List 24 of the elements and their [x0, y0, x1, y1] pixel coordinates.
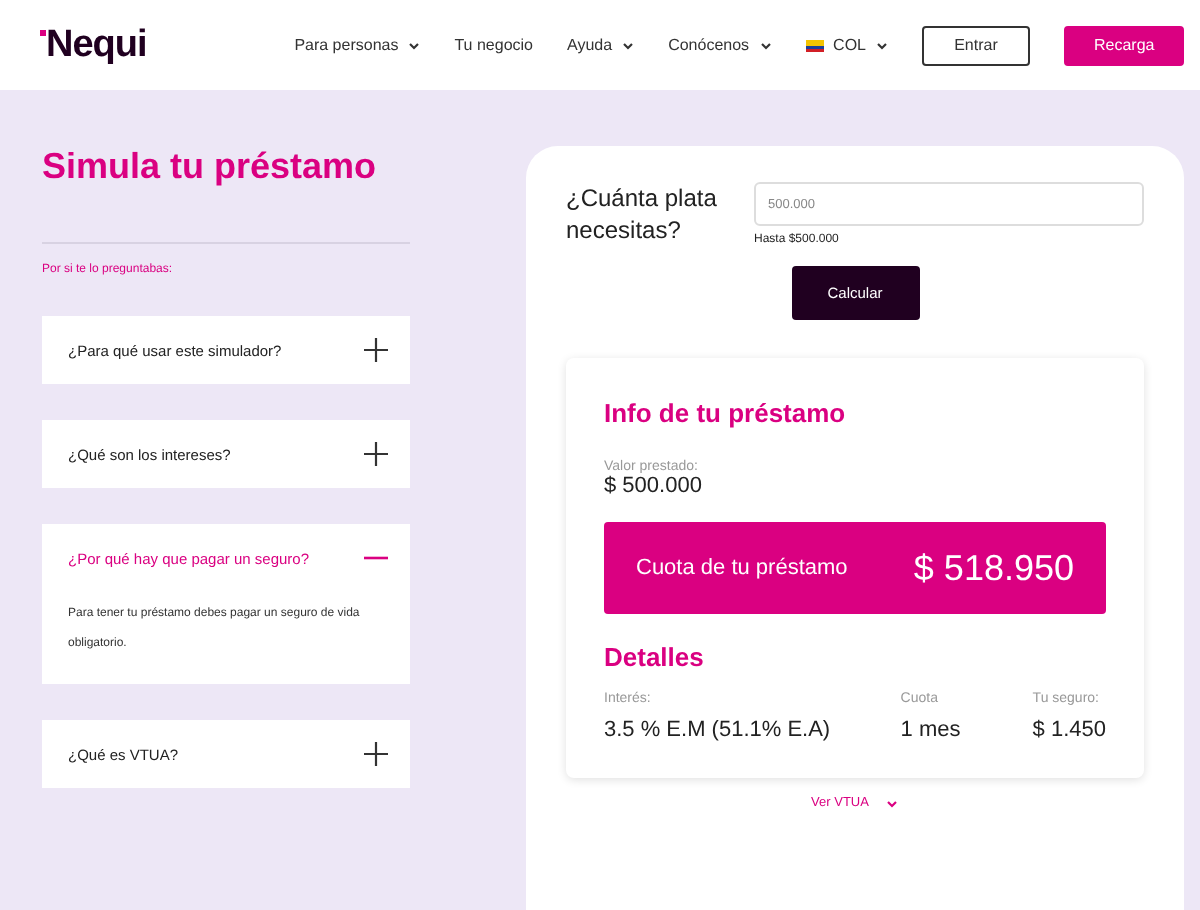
country-selector[interactable]: COL [805, 36, 888, 54]
nav-link[interactable]: Ayuda [567, 36, 635, 54]
recharge-button[interactable]: Recarga [1064, 25, 1184, 65]
lent-value: $ 500.000 [604, 474, 704, 498]
chevron-down-icon [876, 41, 888, 49]
page-title: Simula tu préstamo [42, 146, 379, 188]
details-title: Detalles [604, 642, 706, 672]
amount-question: ¿Cuánta plata necesitas? [566, 182, 719, 246]
fee-value: $ 518.950 [913, 547, 1074, 589]
chevron-down-icon [622, 41, 635, 49]
info-title: Info de tu préstamo [604, 398, 848, 428]
detail-value: 1 mes [900, 718, 963, 742]
nav-link[interactable]: Tu negocio [454, 36, 534, 54]
fee-label: Cuota de tu préstamo [636, 556, 848, 580]
chevron-down-icon [759, 41, 772, 49]
chevron-down-icon [886, 799, 899, 807]
logo[interactable]: Nequi [40, 23, 147, 67]
detail-value: 3.5 % E.M (51.1% E.A) [604, 718, 833, 742]
chevron-down-icon [408, 41, 421, 49]
nav-link[interactable]: Conócenos [668, 36, 772, 54]
detail-value: $ 1.450 [1032, 718, 1106, 742]
flag-icon [805, 39, 824, 51]
nav-link[interactable]: Para personas [294, 36, 421, 54]
login-button[interactable]: Entrar [922, 25, 1030, 65]
